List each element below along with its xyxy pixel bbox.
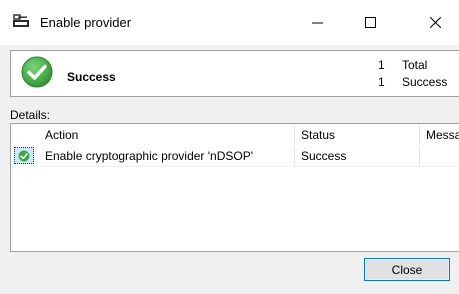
table-row[interactable]: Enable cryptographic provider 'nDSOP' Su… [11, 146, 459, 167]
maximize-icon [364, 17, 376, 28]
cell-divider [419, 146, 420, 166]
dialog-body: Success 1 Total 1 Success Details: Actio… [0, 45, 459, 294]
success-check-icon [21, 56, 53, 88]
success-label: Success [402, 75, 448, 89]
window-title: Enable provider [40, 15, 132, 30]
provider-icon [12, 14, 30, 28]
column-divider[interactable] [419, 124, 420, 144]
summary-status: Success [67, 70, 116, 84]
column-header-action[interactable]: Action [45, 128, 78, 142]
total-count: 1 [378, 58, 385, 72]
details-label: Details: [10, 108, 51, 122]
row-divider [11, 166, 459, 167]
minimize-icon [311, 22, 323, 24]
summary-panel: Success 1 Total 1 Success [10, 50, 459, 97]
row-status: Success [301, 149, 347, 163]
details-grid[interactable]: Action Status Message Enable cryptograph… [10, 123, 459, 252]
column-divider[interactable] [294, 124, 295, 144]
total-label: Total [402, 58, 428, 72]
row-success-icon [14, 147, 34, 164]
title-bar: Enable provider [0, 0, 459, 45]
minimize-button[interactable] [293, 0, 341, 45]
close-icon [429, 17, 441, 28]
cell-divider [294, 146, 295, 166]
row-action: Enable cryptographic provider 'nDSOP' [45, 149, 254, 163]
column-header-status[interactable]: Status [301, 128, 335, 142]
maximize-button[interactable] [346, 0, 394, 45]
column-header-message[interactable]: Message [426, 128, 459, 142]
success-count: 1 [378, 75, 385, 89]
close-window-button[interactable] [411, 0, 459, 45]
close-button[interactable]: Close [364, 258, 450, 281]
grid-header: Action Status Message [11, 124, 459, 144]
